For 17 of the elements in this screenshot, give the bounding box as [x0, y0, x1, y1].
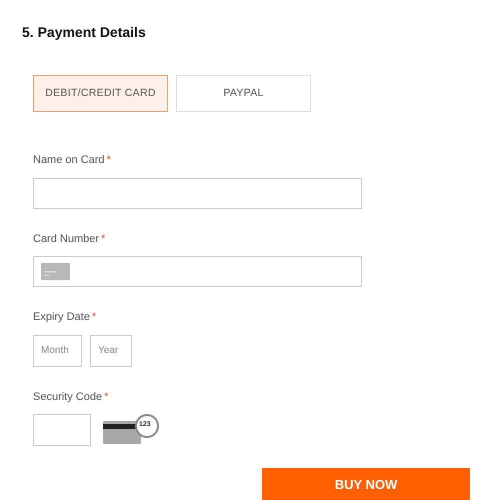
field-label: Expiry Date — [33, 310, 90, 325]
field-label: Name on Card — [33, 153, 105, 168]
expiry-field[interactable]: Year — [90, 334, 132, 366]
required-mark: * — [106, 153, 111, 168]
required-mark: * — [101, 232, 106, 246]
payment-tab[interactable]: DEBIT/CREDIT CARD — [33, 75, 168, 112]
expiry-field[interactable]: Month — [33, 334, 82, 366]
payment-tab[interactable]: PAYPAL — [176, 75, 311, 112]
section-heading: 5. Payment Details — [22, 23, 147, 42]
field-label: Security Code — [33, 390, 102, 404]
card-icon — [41, 262, 70, 281]
field-label: Card Number — [33, 232, 100, 246]
required-mark: * — [92, 310, 96, 325]
card-number-field[interactable] — [33, 256, 362, 287]
required-mark: * — [104, 390, 108, 404]
security-code-field[interactable] — [33, 414, 91, 446]
name-field[interactable] — [33, 178, 362, 208]
